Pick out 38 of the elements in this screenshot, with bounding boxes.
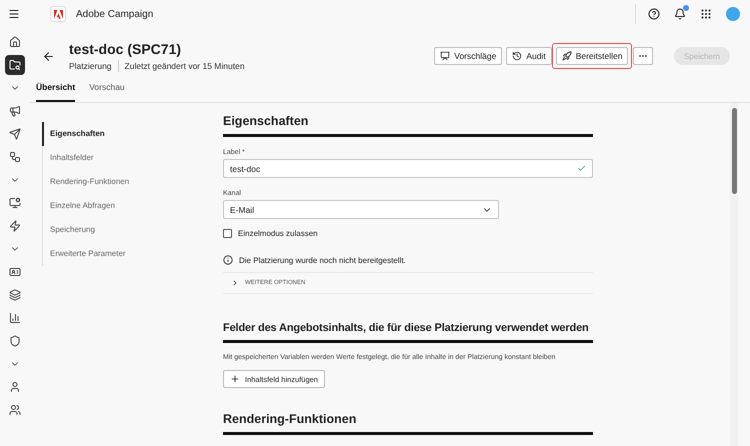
app-logo [50,6,66,22]
channel-dropdown[interactable]: E-Mail [223,200,499,219]
section-heading: Eigenschaften [223,114,593,137]
tab[interactable]: Übersicht [36,82,76,102]
chevron-right-icon [231,279,239,287]
history-icon [512,51,522,61]
bell-icon[interactable] [674,8,686,20]
section-link[interactable]: Eigenschaften [42,122,192,146]
checkbox-label: Einzelmodus zulassen [238,229,318,238]
label-input[interactable]: test-doc [223,159,593,178]
action-button[interactable]: Audit [506,47,552,65]
checkbox[interactable] [223,229,232,238]
action-button[interactable]: Bereitstellen [556,47,628,65]
action-button[interactable]: Vorschläge [434,47,502,65]
tab[interactable]: Vorschau [89,82,125,102]
info-message: Die Platzierung wurde noch nicht bereitgestellt. [239,256,406,264]
back-arrow-icon[interactable] [42,50,55,62]
object-type: Platzierung [69,60,112,70]
more-button[interactable] [632,47,653,65]
section-link[interactable]: Erweiterte Parameter [42,242,192,266]
plus-icon [230,374,240,384]
section-link[interactable]: Rendering-Funktionen [42,170,192,194]
section-link[interactable]: Einzelne Abfragen [42,194,192,218]
info-icon [223,255,233,265]
rocket-icon [562,51,572,61]
section-link[interactable]: Speicherung [42,218,192,242]
section-link[interactable]: Inhaltsfelder [42,146,192,170]
section-heading: Felder des Angebotsinhalts, die für diese Platzierung verwendet werden [223,322,593,343]
app-name: Adobe Campaign [76,8,154,20]
apps-grid-icon[interactable] [700,8,712,20]
scrollbar[interactable] [730,103,738,446]
section-heading: Rendering-Funktionen [223,412,593,436]
help-icon[interactable] [648,8,660,20]
presentation-icon [440,51,450,61]
page-title: test-doc (SPC71) [69,40,182,56]
folder-search-icon[interactable] [5,55,25,75]
modified-info: Zuletzt geändert vor 15 Minuten [124,60,245,70]
menu-icon[interactable] [8,8,20,20]
